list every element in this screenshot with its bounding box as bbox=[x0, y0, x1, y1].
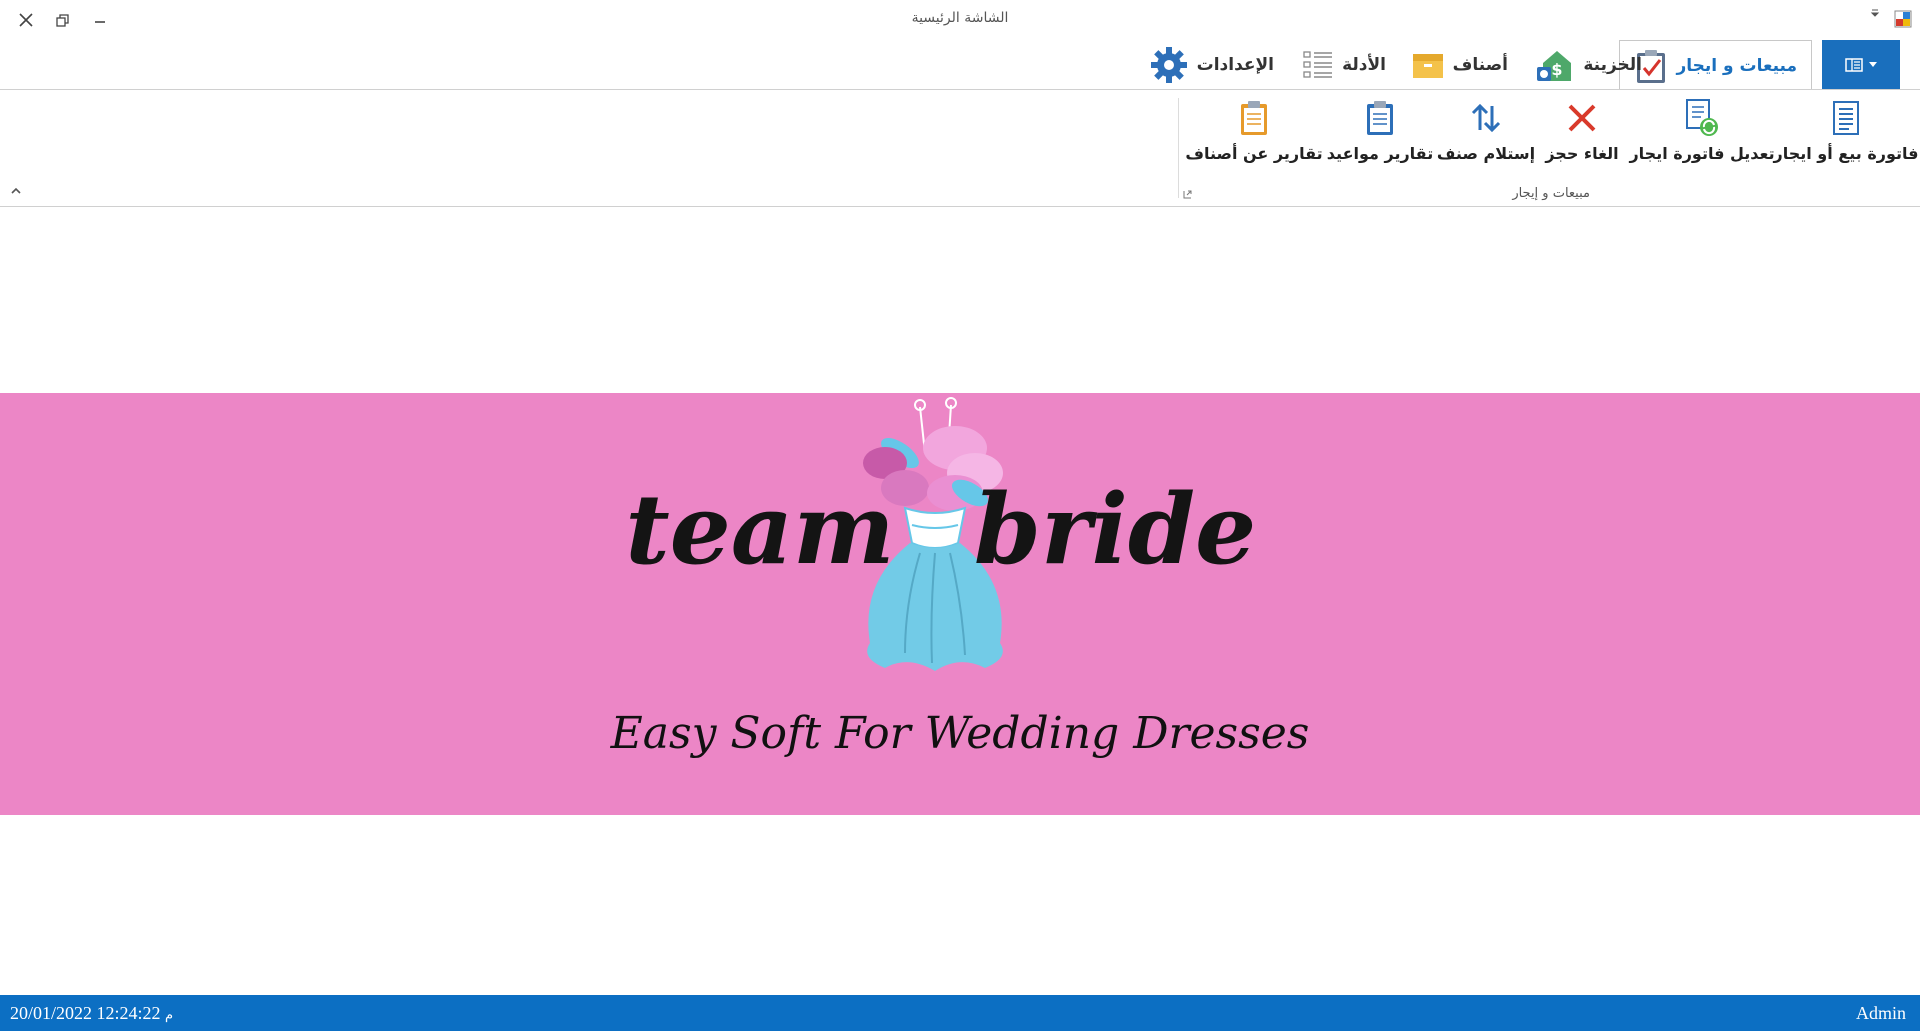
app-logo-icon bbox=[1894, 10, 1912, 28]
list-icon bbox=[1303, 51, 1333, 78]
tab-settings[interactable]: الإعدادات bbox=[1149, 40, 1274, 90]
items-reports-button[interactable]: تقارير عن أصناف bbox=[1185, 98, 1323, 178]
status-bar: م 12:24:22 20/01/2022 Admin bbox=[0, 995, 1920, 1031]
ribbon-group-label: مبيعات و إيجار bbox=[1512, 186, 1590, 201]
banner-tagline: Easy Soft For Wedding Dresses bbox=[610, 708, 1310, 759]
group-separator bbox=[1178, 98, 1179, 198]
status-datetime-value: 12:24:22 20/01/2022 bbox=[10, 1003, 161, 1023]
tab-guides[interactable]: الأدلة bbox=[1302, 40, 1386, 90]
cancel-icon bbox=[1568, 104, 1596, 132]
status-user: Admin bbox=[1855, 1003, 1906, 1023]
layout-icon bbox=[1845, 58, 1863, 72]
ribbon-divider bbox=[0, 206, 1920, 207]
title-bar: الشاشة الرئيسية bbox=[0, 0, 1920, 40]
splash-banner: team bride Easy Soft For Wedding Dresses bbox=[0, 393, 1920, 815]
money-house-icon: $ bbox=[1537, 51, 1572, 81]
collapse-ribbon-button[interactable] bbox=[10, 182, 22, 198]
gear-icon bbox=[1150, 47, 1187, 83]
dialog-launcher-icon bbox=[1183, 190, 1192, 199]
logo-word-bride: bride bbox=[974, 473, 1256, 586]
tab-label: أصناف bbox=[1452, 55, 1508, 75]
quick-access-dropdown[interactable] bbox=[1870, 8, 1880, 21]
box-icon bbox=[1412, 54, 1443, 78]
tab-treasury[interactable]: $ الخزينة bbox=[1535, 40, 1642, 90]
appointments-reports-button[interactable]: تقارير مواعيد bbox=[1327, 98, 1433, 178]
edit-invoice-icon bbox=[1686, 99, 1718, 136]
tab-sales-rent[interactable]: مبيعات و ايجار bbox=[1619, 40, 1812, 91]
tab-items[interactable]: أصناف bbox=[1411, 40, 1508, 90]
report-clipboard-icon bbox=[1367, 101, 1393, 135]
svg-text:$: $ bbox=[1552, 60, 1563, 79]
status-datetime: م 12:24:22 20/01/2022 bbox=[10, 1003, 173, 1024]
sale-rent-invoice-button[interactable]: فاتورة بيع أو ايجار bbox=[1773, 98, 1919, 178]
file-menu-button[interactable] bbox=[1822, 40, 1900, 90]
chevron-down-icon bbox=[1869, 62, 1877, 67]
tab-label: الخزينة bbox=[1583, 55, 1642, 75]
invoice-icon bbox=[1833, 101, 1859, 135]
tab-label: الإعدادات bbox=[1196, 55, 1274, 75]
logo-word-team: team bbox=[625, 473, 894, 586]
tab-label: مبيعات و ايجار bbox=[1676, 55, 1797, 76]
ribbon-tabs: مبيعات و ايجار $ الخزينة أصناف الأدلة ال… bbox=[0, 40, 1920, 91]
cancel-booking-button[interactable]: الغاء حجز bbox=[1542, 98, 1622, 178]
receive-item-button[interactable]: إستلام صنف bbox=[1437, 98, 1535, 178]
report-items-icon bbox=[1241, 101, 1267, 135]
transfer-arrows-icon bbox=[1471, 103, 1501, 133]
edit-rent-invoice-button[interactable]: تعديل فاتورة ايجار bbox=[1629, 98, 1775, 178]
group-launcher-button[interactable] bbox=[1183, 190, 1192, 202]
status-suffix: م bbox=[165, 1007, 174, 1022]
ribbon-panel: فاتورة بيع أو ايجار تعديل فاتورة ايجار ا… bbox=[0, 90, 1920, 206]
team-bride-logo: team bride bbox=[625, 397, 1256, 671]
tab-label: الأدلة bbox=[1342, 55, 1386, 75]
window-title: الشاشة الرئيسية bbox=[911, 10, 1009, 26]
chevron-down-icon bbox=[1870, 9, 1880, 17]
chevron-up-icon bbox=[11, 187, 21, 194]
